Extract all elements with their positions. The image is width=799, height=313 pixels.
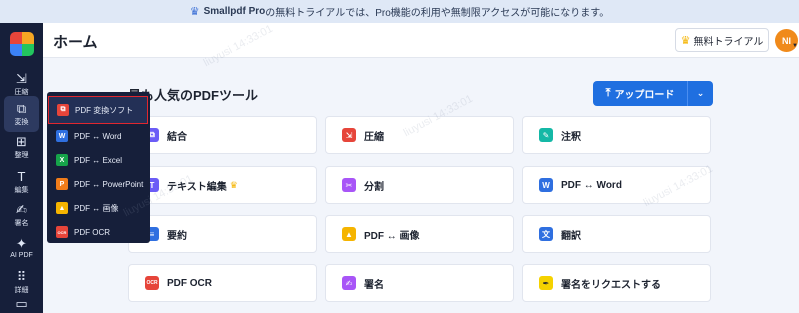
menu-item-pdf-powerpoint[interactable]: P PDF ↔ PowerPoint [47, 172, 150, 196]
convert-dropdown-menu: ⧉ PDF 変換ソフト W PDF ↔ Word X PDF ↔ Excel P… [47, 92, 150, 243]
crown-icon: ♛ [229, 179, 238, 190]
ocr-icon: OCR [145, 276, 159, 290]
menu-item-pdf-word[interactable]: W PDF ↔ Word [47, 124, 150, 148]
compress-icon: ⇲ [16, 70, 27, 86]
menu-item-pdf-excel[interactable]: X PDF ↔ Excel [47, 148, 150, 172]
request-sign-icon: ✒ [539, 276, 553, 290]
sign-icon: ✍ [16, 201, 27, 217]
sidebar-item-folder[interactable]: ▭ [4, 297, 39, 311]
compress-icon: ⇲ [342, 128, 356, 142]
tool-card-translate[interactable]: 文 翻訳 [522, 215, 711, 253]
split-icon: ✂ [342, 178, 356, 192]
edit-icon: T [17, 168, 26, 184]
tool-label: PDF ↔ 画像 [364, 230, 420, 242]
menu-item-label: PDF 変換ソフト [75, 105, 134, 115]
free-trial-button[interactable]: ♛ 無料トライアル [675, 28, 769, 52]
sidebar-item-ai-pdf[interactable]: ✦ AI PDF [4, 230, 39, 266]
tool-label: 署名 [364, 279, 384, 291]
sidebar-item-edit[interactable]: T 編集 [4, 164, 39, 200]
convert-icon: ⧉ [57, 104, 69, 116]
image-icon: ▲ [56, 202, 68, 214]
tool-label: 翻訳 [561, 230, 581, 242]
chevron-down-icon[interactable]: ▼ [792, 43, 798, 49]
tool-card-sign[interactable]: ✍ 署名 [325, 264, 514, 302]
tool-card-split[interactable]: ✂ 分割 [325, 166, 514, 204]
excel-icon: X [56, 154, 68, 166]
sidebar-item-label: 詳細 [14, 286, 29, 294]
sidebar-item-label: 整理 [14, 151, 29, 159]
tool-label: 注釈 [561, 131, 581, 143]
smallpdf-logo[interactable] [10, 32, 34, 56]
menu-item-label: PDF ↔ Excel [74, 155, 123, 165]
banner-brand: Smallpdf Pro [203, 6, 266, 17]
promo-banner: ♛ Smallpdf Pro の無料トライアルでは、Pro機能の利用や無制限アク… [0, 0, 799, 23]
ocr-icon: OCR [56, 226, 68, 238]
translate-icon: 文 [539, 227, 553, 241]
sidebar-item-sign[interactable]: ✍ 署名 [4, 197, 39, 233]
tool-label: 分割 [364, 181, 384, 193]
annotate-icon: ✎ [539, 128, 553, 142]
tool-label: 結合 [167, 131, 187, 143]
upload-icon: ⤒ [605, 87, 611, 99]
sidebar-item-convert[interactable]: ⧉ 変換 [4, 96, 39, 132]
sign-icon: ✍ [342, 276, 356, 290]
tool-label: PDF OCR [167, 277, 212, 289]
menu-item-pdf-converter[interactable]: ⧉ PDF 変換ソフト [48, 96, 148, 124]
tool-card-summarize[interactable]: ≡ 要約 [128, 215, 317, 253]
tool-card-merge[interactable]: ⧉ 結合 [128, 116, 317, 154]
tool-card-request-signature[interactable]: ✒ 署名をリクエストする [522, 264, 711, 302]
crown-icon: ♛ [189, 6, 200, 18]
tool-label: 署名をリクエストする [561, 279, 661, 291]
top-header: ホーム ♛ 無料トライアル NI ▼ [43, 23, 799, 58]
word-icon: W [56, 130, 68, 142]
tool-label: 要約 [167, 230, 187, 242]
convert-icon: ⧉ [16, 100, 27, 116]
chevron-down-icon[interactable]: ⌄ [688, 88, 713, 99]
ai-icon: ✦ [16, 236, 27, 251]
banner-text: の無料トライアルでは、Pro機能の利用や無制限アクセスが可能になります。 [265, 8, 610, 19]
powerpoint-icon: P [56, 178, 68, 190]
upload-label: アップロード [614, 90, 675, 101]
more-icon: ⠿ [16, 268, 27, 284]
tool-card-pdf-ocr[interactable]: OCR PDF OCR [128, 264, 317, 302]
menu-item-label: PDF OCR [74, 227, 110, 237]
sidebar: ⇲ 圧縮 ⧉ 変換 ⊞ 整理 T 編集 ✍ 署名 ✦ AI PDF ⠿ 詳細 ▭ [0, 23, 43, 313]
sidebar-item-label: 編集 [14, 186, 29, 194]
sidebar-item-label: 署名 [14, 219, 29, 227]
menu-item-pdf-ocr[interactable]: OCR PDF OCR [47, 220, 150, 244]
menu-item-label: PDF ↔ PowerPoint [74, 179, 144, 189]
upload-button[interactable]: ⤒ アップロード ⌄ [593, 81, 713, 106]
sidebar-item-more[interactable]: ⠿ 詳細 [4, 264, 39, 300]
word-icon: W [539, 178, 553, 192]
sidebar-item-organize[interactable]: ⊞ 整理 [4, 129, 39, 165]
sidebar-item-label: AI PDF [10, 252, 33, 259]
sidebar-item-label: 圧縮 [14, 88, 29, 96]
crown-icon: ♛ [680, 34, 691, 47]
tool-label: 圧縮 [364, 131, 384, 143]
organize-icon: ⊞ [16, 133, 27, 149]
folder-icon: ▭ [15, 296, 28, 311]
tool-label: PDF ↔ Word [561, 179, 622, 191]
menu-item-label: PDF ↔ 画像 [74, 203, 119, 213]
menu-item-label: PDF ↔ Word [74, 131, 122, 141]
tool-card-annotate[interactable]: ✎ 注釈 [522, 116, 711, 154]
page-title: ホーム [53, 34, 98, 51]
image-icon: ▲ [342, 227, 356, 241]
tool-card-pdf-image[interactable]: ▲ PDF ↔ 画像 [325, 215, 514, 253]
sidebar-item-label: 変換 [14, 118, 29, 126]
free-trial-label: 無料トライアル [693, 36, 764, 48]
